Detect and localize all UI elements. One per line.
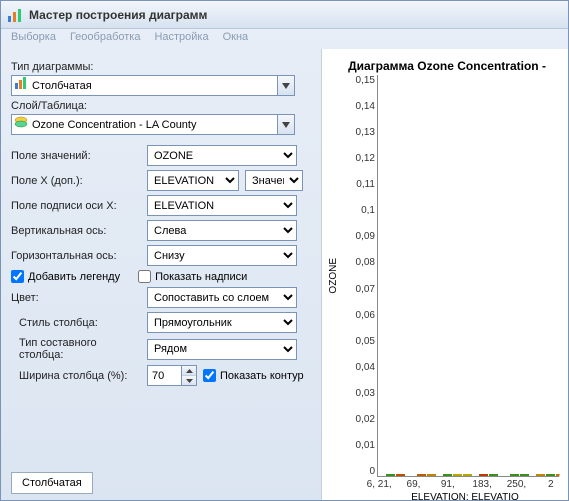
bar-width-label: Ширина столбца (%): xyxy=(11,370,141,382)
y-tick: 0,04 xyxy=(356,362,375,373)
bar xyxy=(463,474,472,476)
chart-preview: Диаграмма Ozone Concentration - OZONE 0,… xyxy=(321,49,568,500)
show-outline-input[interactable] xyxy=(203,369,216,382)
bar xyxy=(443,474,452,476)
vertical-axis-select[interactable]: Слева xyxy=(147,220,297,241)
y-tick: 0,13 xyxy=(356,127,375,138)
bar-width-spinner[interactable]: 70 xyxy=(147,365,197,386)
y-tick: 0,12 xyxy=(356,153,375,164)
bar xyxy=(510,474,519,476)
bar-style-select[interactable]: Прямоугольник xyxy=(147,312,297,333)
y-axis-ticks: 0,15 0,14 0,13 0,12 0,11 0,1 0,09 0,08 0,07 0,06 0… xyxy=(341,75,377,477)
menu-item[interactable]: Геообработка xyxy=(70,31,141,47)
menu-item[interactable]: Настройка xyxy=(154,31,208,47)
bar xyxy=(520,474,529,476)
y-tick: 0,14 xyxy=(356,101,375,112)
y-tick: 0,06 xyxy=(356,310,375,321)
x-axis-label: ELEVATION; ELEVATIO xyxy=(326,492,568,500)
chart-title: Диаграмма Ozone Concentration - xyxy=(326,59,568,73)
bar-group xyxy=(443,474,472,476)
y-tick: 0,01 xyxy=(356,440,375,451)
y-tick: 0,09 xyxy=(356,231,375,242)
y-tick: 0,15 xyxy=(356,75,375,86)
bar-group xyxy=(505,474,534,476)
tab-bar-chart[interactable]: Столбчатая xyxy=(11,472,93,494)
chevron-down-icon xyxy=(277,76,294,95)
value-field-select[interactable]: OZONE xyxy=(147,145,297,166)
wizard-window: Мастер построения диаграмм Выборка Геооб… xyxy=(0,0,569,501)
bar xyxy=(479,474,488,476)
y-tick: 0,07 xyxy=(356,284,375,295)
titlebar: Мастер построения диаграмм xyxy=(1,1,568,29)
bar xyxy=(417,474,426,476)
bar xyxy=(556,474,565,476)
add-legend-input[interactable] xyxy=(11,270,24,283)
vertical-axis-label: Вертикальная ось: xyxy=(11,225,141,237)
layer-icon xyxy=(14,115,28,134)
chevron-down-icon xyxy=(277,115,294,134)
horizontal-axis-select[interactable]: Снизу xyxy=(147,245,297,266)
layer-select[interactable]: Ozone Concentration - LA County xyxy=(11,114,295,135)
y-tick: 0,08 xyxy=(356,257,375,268)
window-title: Мастер построения диаграмм xyxy=(29,8,207,22)
color-select[interactable]: Сопоставить со слоем xyxy=(147,287,297,308)
bar xyxy=(489,474,498,476)
form-panel: Тип диаграммы: Столбчатая Слой/Таблица: … xyxy=(1,49,321,500)
x-tick: 2 xyxy=(534,479,568,490)
show-outline-checkbox[interactable]: Показать контур xyxy=(203,369,304,382)
add-legend-checkbox[interactable]: Добавить легенду xyxy=(11,270,120,283)
x-axis-label-field-select[interactable]: ELEVATION xyxy=(147,195,297,216)
color-label: Цвет: xyxy=(11,292,141,304)
x-tick: 183, xyxy=(465,479,499,490)
x-field-label: Поле X (доп.): xyxy=(11,175,141,187)
y-tick: 0,02 xyxy=(356,414,375,425)
y-tick: 0,11 xyxy=(356,179,375,190)
x-tick: 91, xyxy=(431,479,465,490)
bar xyxy=(546,474,555,476)
bar-group xyxy=(412,474,441,476)
bar xyxy=(453,474,462,476)
layer-value: Ozone Concentration - LA County xyxy=(32,119,196,131)
menu-item[interactable]: Выборка xyxy=(11,31,56,47)
bar-chart-icon xyxy=(14,76,28,95)
y-axis-label: OZONE xyxy=(326,258,341,294)
bar xyxy=(396,474,405,476)
y-tick: 0,05 xyxy=(356,336,375,347)
x-field-value-select[interactable]: Значени xyxy=(245,170,303,191)
bar-style-label: Стиль столбца: xyxy=(11,317,141,329)
bar-group xyxy=(536,474,565,476)
y-tick: 0 xyxy=(369,466,375,477)
value-field-label: Поле значений: xyxy=(11,150,141,162)
x-tick: 250, xyxy=(499,479,533,490)
spinner-up-icon[interactable] xyxy=(182,366,196,376)
spinner-down-icon[interactable] xyxy=(182,376,196,385)
chart-type-value: Столбчатая xyxy=(32,80,92,92)
x-field-select[interactable]: ELEVATION xyxy=(147,170,239,191)
bar xyxy=(386,474,395,476)
menu-item[interactable]: Окна xyxy=(223,31,249,47)
multibar-type-select[interactable]: Рядом xyxy=(147,339,297,360)
bar-group xyxy=(474,474,503,476)
x-axis-label-field-label: Поле подписи оси X: xyxy=(11,200,141,212)
chart-type-select[interactable]: Столбчатая xyxy=(11,75,295,96)
bar-group xyxy=(381,474,410,476)
chart-type-label: Тип диаграммы: xyxy=(11,61,311,73)
menubar-fragment: Выборка Геообработка Настройка Окна xyxy=(1,29,568,49)
plot-area xyxy=(377,75,568,477)
y-tick: 0,03 xyxy=(356,388,375,399)
x-axis-ticks: 6, 21,69,91,183,250,2 xyxy=(326,479,568,490)
x-tick: 69, xyxy=(396,479,430,490)
multibar-type-label: Тип составного столбца: xyxy=(11,337,141,361)
x-tick: 6, 21, xyxy=(362,479,396,490)
show-labels-checkbox[interactable]: Показать надписи xyxy=(138,270,247,283)
show-labels-input[interactable] xyxy=(138,270,151,283)
layer-label: Слой/Таблица: xyxy=(11,100,311,112)
bar xyxy=(427,474,436,476)
horizontal-axis-label: Горизонтальная ось: xyxy=(11,250,141,262)
bar xyxy=(536,474,545,476)
app-icon xyxy=(7,7,23,23)
y-tick: 0,1 xyxy=(361,205,375,216)
